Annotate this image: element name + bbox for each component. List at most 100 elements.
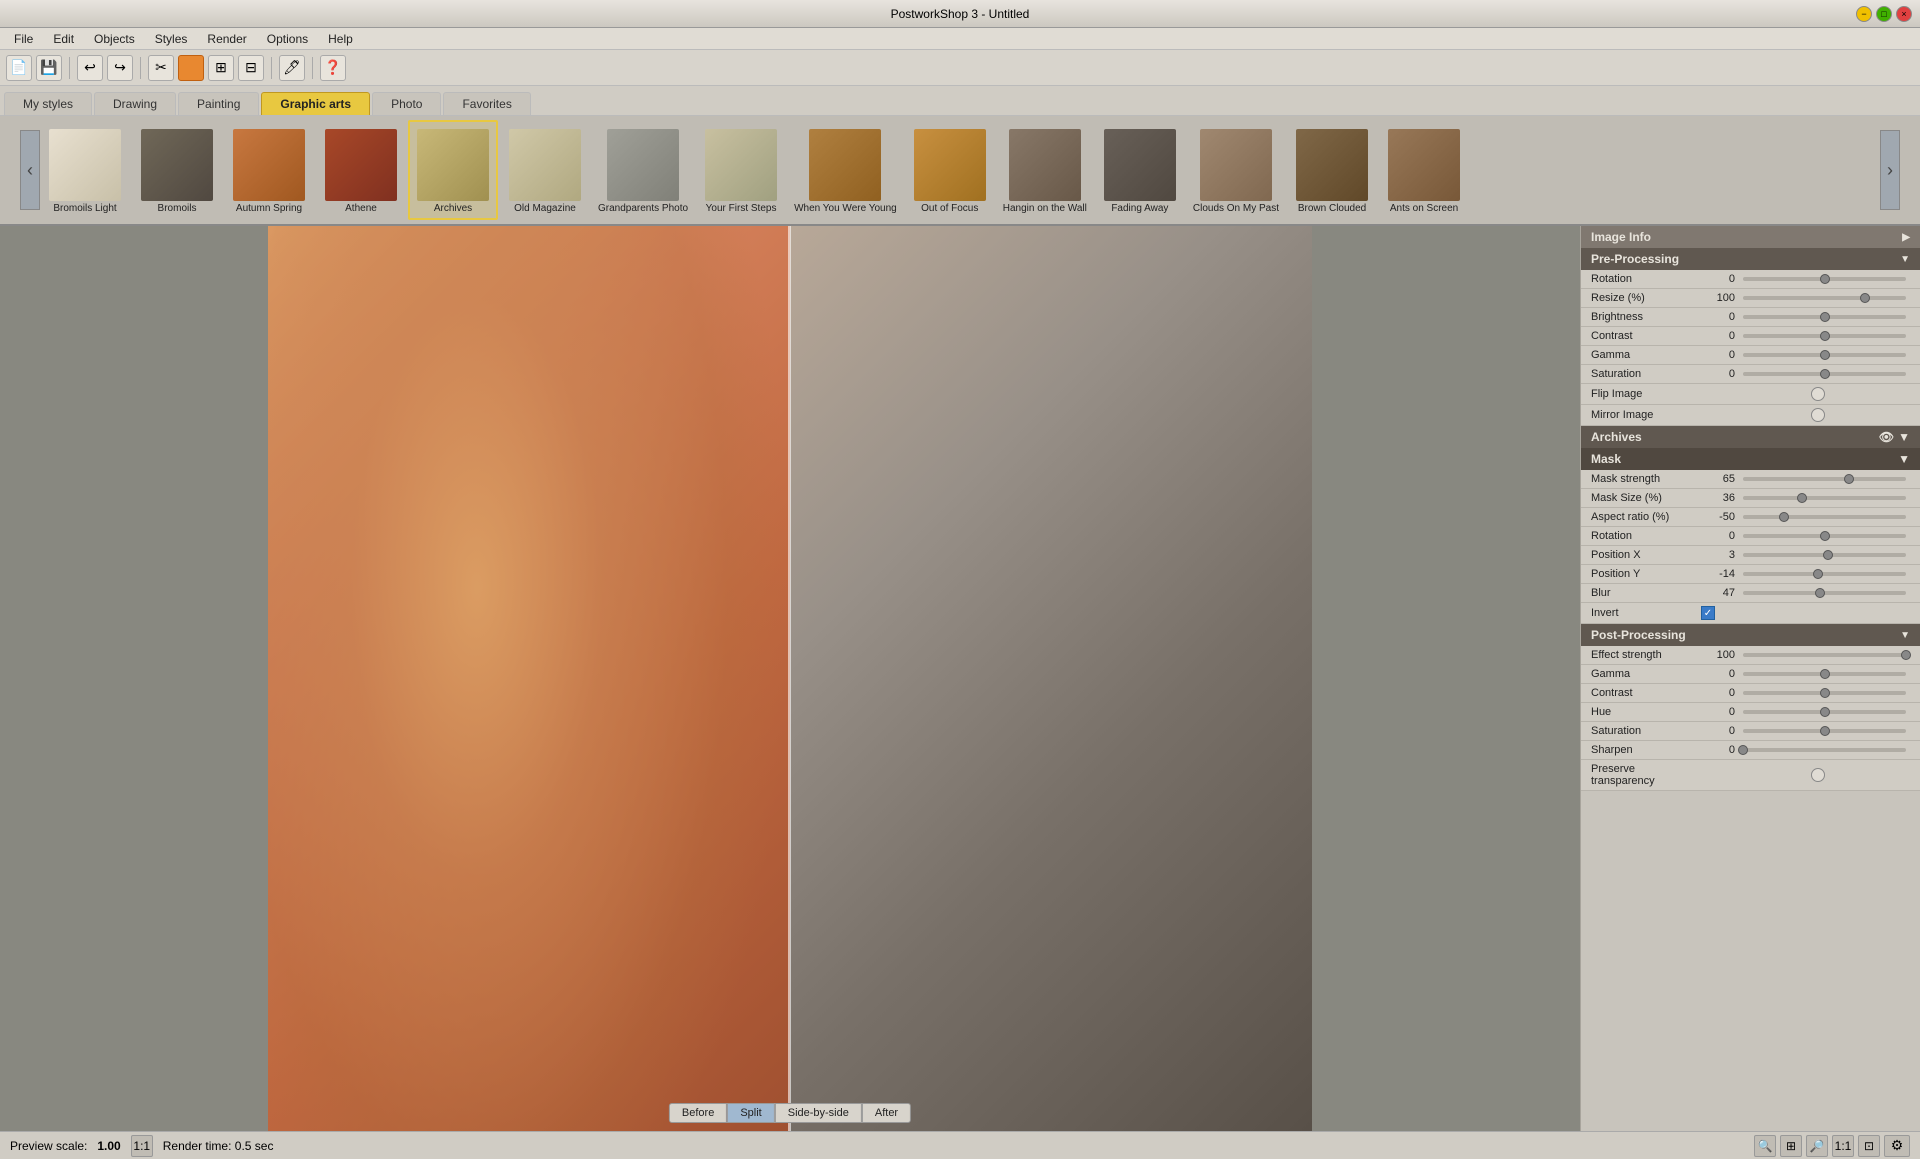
slider-thumb-5[interactable] <box>1820 369 1830 379</box>
filter-item-10[interactable]: Hangin on the Wall <box>997 120 1093 220</box>
slider-thumb-0[interactable] <box>1820 274 1830 284</box>
flip-image-checkbox[interactable] <box>1811 387 1825 401</box>
slider-thumb-4[interactable] <box>1820 726 1830 736</box>
pre-processing-header[interactable]: Pre-Processing ▼ <box>1581 248 1920 270</box>
preview-before-button[interactable]: Before <box>669 1103 727 1123</box>
slider-track-0[interactable] <box>1743 277 1906 281</box>
new-button[interactable]: 📄 <box>6 55 32 81</box>
filter-prev-button[interactable]: ‹ <box>20 130 40 210</box>
slider-thumb-4[interactable] <box>1823 550 1833 560</box>
slider-track-2[interactable] <box>1743 691 1906 695</box>
filter-item-14[interactable]: Ants on Screen <box>1379 120 1469 220</box>
slider-track-1[interactable] <box>1743 672 1906 676</box>
archives-arrow[interactable]: ▼ <box>1898 430 1910 444</box>
slider-thumb-4[interactable] <box>1820 350 1830 360</box>
slider-track-5[interactable] <box>1743 372 1906 376</box>
slider-track-0[interactable] <box>1743 653 1906 657</box>
slider-thumb-6[interactable] <box>1815 588 1825 598</box>
slider-track-3[interactable] <box>1743 334 1906 338</box>
slider-thumb-0[interactable] <box>1844 474 1854 484</box>
filter-item-8[interactable]: When You Were Young <box>788 120 903 220</box>
render-button[interactable] <box>178 55 204 81</box>
slider-track-0[interactable] <box>1743 477 1906 481</box>
slider-thumb-0[interactable] <box>1901 650 1911 660</box>
slider-track-6[interactable] <box>1743 591 1906 595</box>
mask-header[interactable]: Mask ▼ <box>1581 448 1920 470</box>
filter-item-13[interactable]: Brown Clouded <box>1287 120 1377 220</box>
slider-track-3[interactable] <box>1743 710 1906 714</box>
tab-drawing[interactable]: Drawing <box>94 92 176 115</box>
filter-item-12[interactable]: Clouds On My Past <box>1187 120 1285 220</box>
tab-painting[interactable]: Painting <box>178 92 259 115</box>
filter-item-5[interactable]: Old Magazine <box>500 120 590 220</box>
preserve-checkbox[interactable] <box>1811 768 1825 782</box>
zoom-fit-button[interactable]: ⊞ <box>1780 1135 1802 1157</box>
slider-thumb-2[interactable] <box>1820 312 1830 322</box>
zoom-window-button[interactable]: ⊡ <box>1858 1135 1880 1157</box>
slider-track-5[interactable] <box>1743 572 1906 576</box>
menu-objects[interactable]: Objects <box>84 30 145 48</box>
brush-button[interactable]: 🖊 <box>279 55 305 81</box>
slider-thumb-1[interactable] <box>1860 293 1870 303</box>
slider-track-5[interactable] <box>1743 748 1906 752</box>
menu-help[interactable]: Help <box>318 30 363 48</box>
zoom-100-button[interactable]: 1:1 <box>1832 1135 1854 1157</box>
slider-track-1[interactable] <box>1743 496 1906 500</box>
view-button[interactable]: ⊟ <box>238 55 264 81</box>
invert-checkbox[interactable]: ✓ <box>1701 606 1715 620</box>
minimize-button[interactable]: − <box>1856 6 1872 22</box>
filter-item-2[interactable]: Autumn Spring <box>224 120 314 220</box>
zoom-in-button[interactable]: 🔎 <box>1806 1135 1828 1157</box>
menu-render[interactable]: Render <box>197 30 256 48</box>
slider-thumb-3[interactable] <box>1820 707 1830 717</box>
filter-item-7[interactable]: Your First Steps <box>696 120 786 220</box>
preview-sidebyside-button[interactable]: Side-by-side <box>775 1103 862 1123</box>
filter-item-1[interactable]: Bromoils <box>132 120 222 220</box>
menu-edit[interactable]: Edit <box>43 30 84 48</box>
close-button[interactable]: × <box>1896 6 1912 22</box>
settings-button[interactable]: ⚙ <box>1884 1135 1910 1157</box>
tab-my-styles[interactable]: My styles <box>4 92 92 115</box>
tab-graphic-arts[interactable]: Graphic arts <box>261 92 370 115</box>
one-to-one-button[interactable]: 1:1 <box>131 1135 153 1157</box>
filter-next-button[interactable]: › <box>1880 130 1900 210</box>
preview-after-button[interactable]: After <box>862 1103 911 1123</box>
split-line[interactable] <box>788 226 791 1131</box>
redo-button[interactable]: ↪ <box>107 55 133 81</box>
archives-eye-icon[interactable]: 👁 <box>1879 430 1894 444</box>
slider-track-4[interactable] <box>1743 353 1906 357</box>
menu-file[interactable]: File <box>4 30 43 48</box>
menu-styles[interactable]: Styles <box>145 30 198 48</box>
grid-button[interactable]: ⊞ <box>208 55 234 81</box>
tab-favorites[interactable]: Favorites <box>443 92 530 115</box>
maximize-button[interactable]: □ <box>1876 6 1892 22</box>
crop-button[interactable]: ✂ <box>148 55 174 81</box>
slider-thumb-5[interactable] <box>1813 569 1823 579</box>
image-info-header[interactable]: Image Info ▶ <box>1581 226 1920 248</box>
save-button[interactable]: 💾 <box>36 55 62 81</box>
filter-item-9[interactable]: Out of Focus <box>905 120 995 220</box>
filter-item-4[interactable]: Archives <box>408 120 498 220</box>
help-button[interactable]: ❓ <box>320 55 346 81</box>
post-processing-header[interactable]: Post-Processing ▼ <box>1581 624 1920 646</box>
filter-item-3[interactable]: Athene <box>316 120 406 220</box>
menu-options[interactable]: Options <box>257 30 318 48</box>
archives-header[interactable]: Archives 👁 ▼ <box>1581 426 1920 448</box>
filter-item-6[interactable]: Grandparents Photo <box>592 120 694 220</box>
slider-track-1[interactable] <box>1743 296 1906 300</box>
slider-thumb-3[interactable] <box>1820 531 1830 541</box>
slider-thumb-2[interactable] <box>1779 512 1789 522</box>
slider-track-4[interactable] <box>1743 553 1906 557</box>
filter-item-11[interactable]: Fading Away <box>1095 120 1185 220</box>
slider-thumb-1[interactable] <box>1820 669 1830 679</box>
tab-photo[interactable]: Photo <box>372 92 441 115</box>
slider-track-3[interactable] <box>1743 534 1906 538</box>
mirror-image-checkbox[interactable] <box>1811 408 1825 422</box>
slider-thumb-2[interactable] <box>1820 688 1830 698</box>
slider-thumb-1[interactable] <box>1797 493 1807 503</box>
zoom-out-button[interactable]: 🔍 <box>1754 1135 1776 1157</box>
slider-track-2[interactable] <box>1743 515 1906 519</box>
slider-thumb-5[interactable] <box>1738 745 1748 755</box>
slider-thumb-3[interactable] <box>1820 331 1830 341</box>
preview-split-button[interactable]: Split <box>727 1103 774 1123</box>
